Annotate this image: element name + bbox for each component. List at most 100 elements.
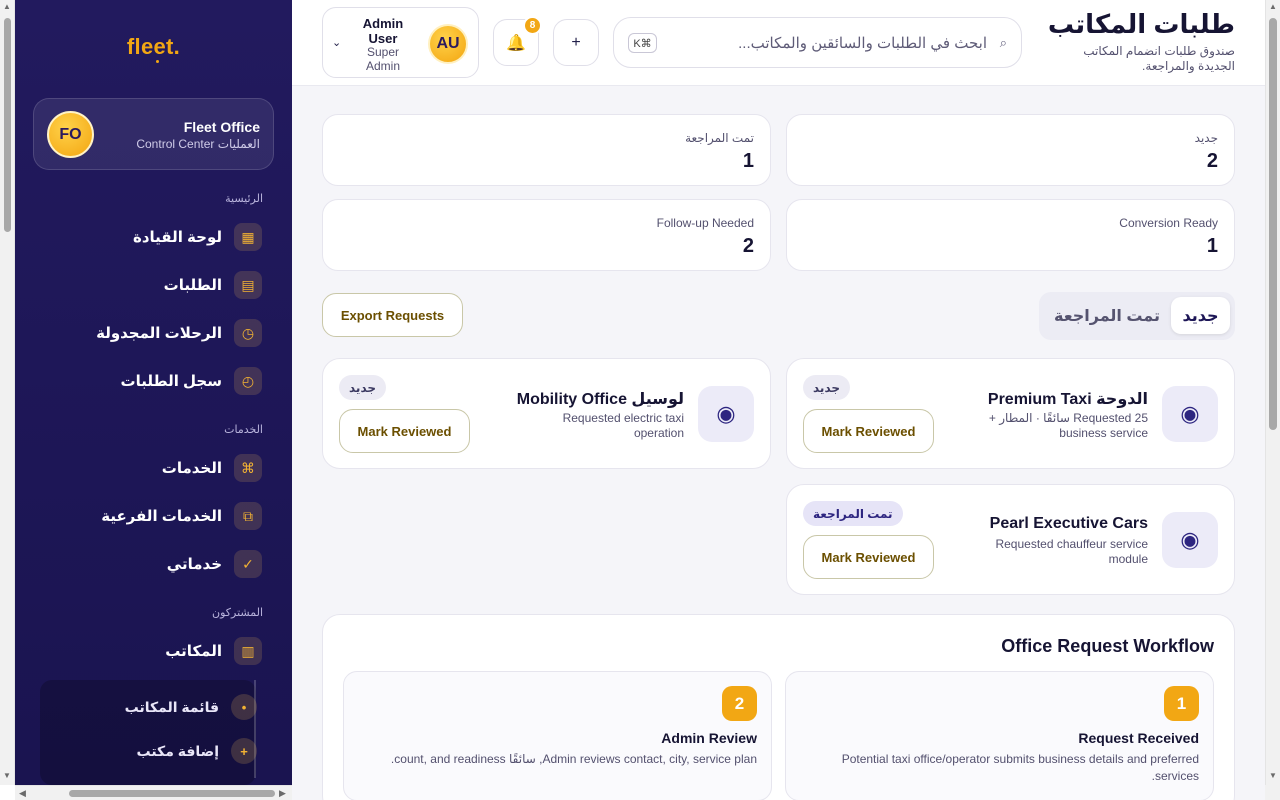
history-icon: ◴ bbox=[234, 367, 262, 395]
page-scrollbar[interactable]: ▲ ▼ bbox=[1265, 0, 1280, 785]
submenu-item-label: إضافة مكتب bbox=[136, 742, 219, 759]
request-title: لوسيل Mobility Office bbox=[516, 391, 684, 408]
logo-dot bbox=[156, 60, 159, 63]
status-badge: جديد bbox=[339, 375, 387, 400]
office-subtitle: العمليات Control Center bbox=[136, 137, 260, 151]
sidebar: fleet. FO Fleet Office العمليات Control … bbox=[15, 0, 292, 785]
office-icon: ◉ bbox=[1162, 512, 1218, 568]
sidebar-scrollbar[interactable]: ▲ ▼ bbox=[0, 0, 15, 785]
sidebar-scroll-thumb[interactable] bbox=[4, 18, 11, 232]
step-title: Request Received bbox=[1078, 730, 1199, 746]
sidebar-item-label: الرحلات المجدولة bbox=[96, 325, 222, 342]
office-switcher[interactable]: FO Fleet Office العمليات Control Center bbox=[33, 98, 274, 170]
sidebar-item-dashboard[interactable]: ▦ لوحة القيادة bbox=[133, 221, 262, 253]
sidebar-item-orders[interactable]: ▤ الطلبات bbox=[164, 269, 262, 301]
step-number: 1 bbox=[1164, 686, 1199, 721]
stat-card-conversion-ready: Conversion Ready 1 bbox=[786, 199, 1235, 271]
sidebar-item-label: الخدمات bbox=[161, 460, 222, 477]
sidebar-item-services[interactable]: ⌘ الخدمات bbox=[162, 452, 262, 484]
stat-label: Follow-up Needed bbox=[656, 216, 754, 230]
step-title: Admin Review bbox=[661, 730, 757, 746]
search-icon: ⌕ bbox=[999, 35, 1007, 50]
submenu-item-label: قائمة المكاتب bbox=[124, 698, 219, 715]
stat-label: جديد bbox=[1194, 131, 1218, 145]
check-icon: ✓ bbox=[234, 550, 262, 578]
scroll-down-arrow-icon[interactable]: ▼ bbox=[1269, 771, 1277, 780]
user-name: Admin User bbox=[362, 16, 404, 46]
section-label-services: الخدمات bbox=[224, 424, 263, 436]
step-description: Admin reviews contact, city, service pla… bbox=[390, 752, 757, 766]
scroll-up-arrow-icon[interactable]: ▲ bbox=[1269, 2, 1277, 11]
dashboard-icon: ▦ bbox=[234, 223, 262, 251]
step-description: Potential taxi office/operator submits b… bbox=[841, 752, 1199, 783]
scroll-left-arrow-icon[interactable]: ◀ bbox=[19, 788, 26, 799]
workflow-step: 2 Admin Review Admin reviews contact, ci… bbox=[343, 671, 772, 800]
stat-value: 1 bbox=[1206, 235, 1218, 257]
sidebar-item-order-history[interactable]: ◴ سجل الطلبات bbox=[121, 365, 262, 397]
search-input[interactable] bbox=[677, 30, 987, 56]
clock-icon: ◷ bbox=[234, 319, 262, 347]
stat-card-new: جديد 2 bbox=[786, 114, 1235, 186]
main-content: طلبات المكاتب صندوق طلبات انضمام المكاتب… bbox=[292, 0, 1265, 800]
user-menu[interactable]: AU Admin User Super Admin ⌄ bbox=[322, 7, 479, 78]
dot-icon: • bbox=[231, 694, 257, 720]
command-icon: ⌘ bbox=[234, 454, 262, 482]
submenu-item-add-office[interactable]: + إضافة مكتب bbox=[137, 738, 257, 764]
page-scroll-thumb[interactable] bbox=[1269, 18, 1277, 430]
request-card: ◉ Pearl Executive Cars Requested chauffe… bbox=[786, 484, 1235, 595]
request-card: ◉ الدوحة Premium Taxi Requested 25 سائقً… bbox=[786, 358, 1235, 469]
workflow-title: Office Request Workflow bbox=[1001, 636, 1214, 656]
avatar: AU bbox=[428, 24, 468, 64]
stat-value: 1 bbox=[742, 150, 754, 172]
notifications-button[interactable]: 🔔 8 bbox=[493, 16, 542, 66]
logo[interactable]: fleet. bbox=[15, 34, 292, 60]
step-number: 2 bbox=[722, 686, 757, 721]
stat-card-reviewed: تمت المراجعة 1 bbox=[322, 114, 771, 186]
bell-icon: 🔔 bbox=[506, 34, 526, 52]
mark-reviewed-button[interactable]: Mark Reviewed bbox=[803, 409, 934, 453]
orders-icon: ▤ bbox=[234, 271, 262, 299]
workflow-panel: Office Request Workflow 1 Request Receiv… bbox=[322, 614, 1235, 800]
sidebar-item-sub-services[interactable]: ⧉ الخدمات الفرعية bbox=[101, 500, 262, 532]
scroll-down-arrow-icon[interactable]: ▼ bbox=[3, 771, 11, 780]
horizontal-scroll-thumb[interactable] bbox=[69, 790, 275, 797]
sidebar-item-label: سجل الطلبات bbox=[120, 373, 222, 390]
sidebar-item-label: الطلبات bbox=[163, 277, 222, 294]
page-title: طلبات المكاتب bbox=[1047, 9, 1235, 39]
sidebar-item-scheduled-trips[interactable]: ◷ الرحلات المجدولة bbox=[96, 317, 262, 349]
tab-reviewed[interactable]: تمت المراجعة bbox=[1051, 297, 1163, 334]
sidebar-item-offices[interactable]: ▥ المكاتب bbox=[165, 635, 262, 667]
request-card: ◉ لوسيل Mobility Office Requested electr… bbox=[322, 358, 771, 469]
stat-value: 2 bbox=[1206, 150, 1218, 172]
stat-label: Conversion Ready bbox=[1119, 216, 1218, 230]
sidebar-item-label: خدماتي bbox=[166, 556, 222, 573]
office-name: Fleet Office bbox=[183, 119, 260, 135]
status-badge: تمت المراجعة bbox=[803, 501, 903, 526]
copy-icon: ⧉ bbox=[234, 502, 262, 530]
sidebar-item-label: المكاتب bbox=[165, 643, 222, 660]
user-role: Super Admin bbox=[365, 45, 400, 73]
mark-reviewed-button[interactable]: Mark Reviewed bbox=[803, 535, 934, 579]
request-description: Requested electric taxi operation bbox=[562, 411, 684, 440]
plus-icon: + bbox=[231, 738, 257, 764]
export-requests-button[interactable]: Export Requests bbox=[322, 293, 463, 337]
workflow-step: 1 Request Received Potential taxi office… bbox=[785, 671, 1214, 800]
request-title: الدوحة Premium Taxi bbox=[987, 391, 1148, 408]
stat-card-follow-up: Follow-up Needed 2 bbox=[322, 199, 771, 271]
section-label-subscribers: المشتركون bbox=[212, 607, 263, 619]
sidebar-item-label: لوحة القيادة bbox=[133, 229, 222, 246]
add-button[interactable]: + bbox=[553, 19, 599, 66]
stat-label: تمت المراجعة bbox=[685, 131, 754, 145]
scrollbar-corner bbox=[1265, 785, 1280, 800]
search-shortcut: K⌘ bbox=[628, 33, 657, 53]
sidebar-horizontal-scrollbar[interactable]: ◀ ▶ bbox=[15, 785, 293, 800]
sidebar-item-my-services[interactable]: ✓ خدماتي bbox=[167, 548, 262, 580]
search-box[interactable]: ⌕ K⌘ bbox=[613, 17, 1022, 68]
section-label-main: الرئيسية bbox=[225, 193, 263, 205]
tab-new[interactable]: جديد bbox=[1171, 297, 1230, 334]
scroll-right-arrow-icon[interactable]: ▶ bbox=[279, 788, 286, 799]
mark-reviewed-button[interactable]: Mark Reviewed bbox=[339, 409, 470, 453]
scroll-up-arrow-icon[interactable]: ▲ bbox=[3, 2, 11, 11]
submenu-item-office-list[interactable]: • قائمة المكاتب bbox=[125, 694, 257, 720]
office-icon: ◉ bbox=[1162, 386, 1218, 442]
